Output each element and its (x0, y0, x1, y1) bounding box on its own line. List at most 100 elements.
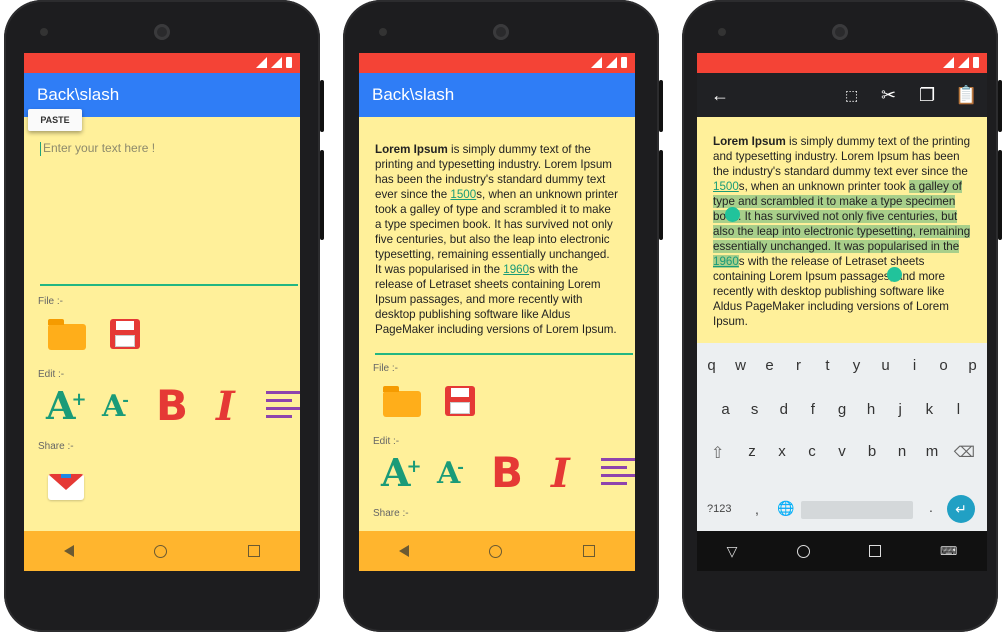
screen: ← ⬚ ✂ ❐ 📋 Lorem Ipsum is simply dummy te… (697, 53, 987, 571)
input-placeholder: Enter your text here ! (43, 141, 156, 155)
recents-nav-icon[interactable] (582, 545, 595, 557)
key-e[interactable]: e (758, 357, 782, 374)
floppy-save-icon[interactable] (445, 386, 475, 416)
battery-icon (286, 57, 292, 68)
recents-nav-icon[interactable] (868, 545, 881, 557)
period-key[interactable]: . (929, 499, 933, 515)
key-c[interactable]: c (800, 443, 824, 460)
paste-button[interactable]: PASTE (28, 109, 82, 131)
signal-icon (256, 57, 267, 68)
selection-end-handle[interactable] (887, 267, 902, 282)
signal-icon (943, 57, 954, 68)
back-nav-icon[interactable] (64, 545, 75, 557)
select-all-icon[interactable]: ⬚ (845, 87, 858, 104)
comma-key[interactable]: , (755, 501, 759, 517)
bold-icon[interactable]: B (156, 381, 188, 430)
front-camera (718, 28, 726, 36)
status-bar (359, 53, 635, 73)
key-w[interactable]: w (729, 357, 753, 374)
selection-toolbar: ← ⬚ ✂ ❐ 📋 (697, 73, 987, 117)
signal-icon (958, 57, 969, 68)
gmail-share-icon[interactable] (48, 474, 84, 500)
nav-bar (359, 531, 635, 571)
backspace-key[interactable]: ⌫ (954, 443, 975, 461)
key-l[interactable]: l (946, 401, 970, 418)
copy-icon[interactable]: ❐ (919, 85, 935, 106)
back-nav-icon[interactable]: ▽ (727, 543, 738, 560)
italic-icon[interactable]: I (216, 383, 235, 430)
key-a[interactable]: a (714, 401, 738, 418)
align-left-icon[interactable] (266, 391, 300, 425)
input-underline (40, 284, 298, 286)
key-i[interactable]: i (903, 357, 927, 374)
key-g[interactable]: g (830, 401, 854, 418)
enter-key[interactable]: ↵ (947, 495, 975, 523)
space-bar[interactable] (801, 501, 913, 519)
key-f[interactable]: f (801, 401, 825, 418)
key-m[interactable]: m (920, 443, 944, 460)
key-p[interactable]: p (961, 357, 985, 374)
file-label: File :- (373, 363, 398, 374)
nav-bar (24, 531, 300, 571)
key-z[interactable]: z (740, 443, 764, 460)
text-input[interactable]: Lorem Ipsum is simply dummy text of the … (713, 134, 973, 329)
home-nav-icon[interactable] (796, 544, 810, 558)
signal-icon (271, 57, 282, 68)
status-bar (24, 53, 300, 73)
text-input[interactable]: Enter your text here ! (40, 141, 155, 156)
volume-buttons (320, 150, 324, 240)
key-n[interactable]: n (890, 443, 914, 460)
key-o[interactable]: o (932, 357, 956, 374)
signal-icon (591, 57, 602, 68)
share-label: Share :- (373, 508, 409, 519)
key-x[interactable]: x (770, 443, 794, 460)
key-h[interactable]: h (859, 401, 883, 418)
key-t[interactable]: t (816, 357, 840, 374)
bold-icon[interactable]: B (491, 448, 523, 497)
speaker (154, 24, 170, 40)
paste-icon[interactable]: 📋 (955, 85, 977, 106)
nav-bar: ▽ ⌨ (697, 531, 987, 571)
font-decrease-icon[interactable]: A- (437, 456, 464, 491)
key-r[interactable]: r (787, 357, 811, 374)
home-nav-icon[interactable] (154, 544, 168, 558)
recents-nav-icon[interactable] (247, 545, 260, 557)
keyboard-switch-icon[interactable]: ⌨ (940, 544, 957, 558)
font-increase-icon[interactable]: A+ (46, 383, 87, 428)
key-u[interactable]: u (874, 357, 898, 374)
input-underline (375, 353, 633, 355)
floppy-save-icon[interactable] (110, 319, 140, 349)
home-nav-icon[interactable] (489, 544, 503, 558)
back-nav-icon[interactable] (399, 545, 410, 557)
phone-1: Back\slash PASTE Enter your text here ! … (4, 0, 324, 632)
selection-start-handle[interactable] (725, 207, 740, 222)
key-d[interactable]: d (772, 401, 796, 418)
cut-icon[interactable]: ✂ (881, 85, 896, 106)
power-button (659, 80, 663, 132)
align-left-icon[interactable] (601, 458, 635, 492)
shift-key[interactable]: ⇧ (711, 443, 724, 463)
key-s[interactable]: s (743, 401, 767, 418)
key-v[interactable]: v (830, 443, 854, 460)
signal-icon (606, 57, 617, 68)
font-increase-icon[interactable]: A+ (381, 450, 422, 495)
key-j[interactable]: j (888, 401, 912, 418)
text-input[interactable]: Lorem Ipsum is simply dummy text of the … (375, 142, 619, 337)
key-k[interactable]: k (917, 401, 941, 418)
back-arrow-icon[interactable]: ← (711, 85, 729, 106)
front-camera (379, 28, 387, 36)
soft-keyboard: qwertyuiop asdfghjkl zxcvbnm ⇧ ⌫ ?123 , … (697, 343, 987, 531)
key-y[interactable]: y (845, 357, 869, 374)
battery-icon (621, 57, 627, 68)
symbols-key[interactable]: ?123 (707, 503, 731, 515)
italic-icon[interactable]: I (551, 450, 570, 497)
folder-icon[interactable] (48, 319, 86, 350)
screen: Back\slash Lorem Ipsum is simply dummy t… (359, 53, 635, 571)
font-decrease-icon[interactable]: A- (102, 389, 129, 424)
status-bar (697, 53, 987, 73)
folder-icon[interactable] (383, 386, 421, 417)
key-b[interactable]: b (860, 443, 884, 460)
power-button (320, 80, 324, 132)
language-key[interactable]: 🌐 (777, 500, 794, 517)
key-q[interactable]: q (700, 357, 724, 374)
